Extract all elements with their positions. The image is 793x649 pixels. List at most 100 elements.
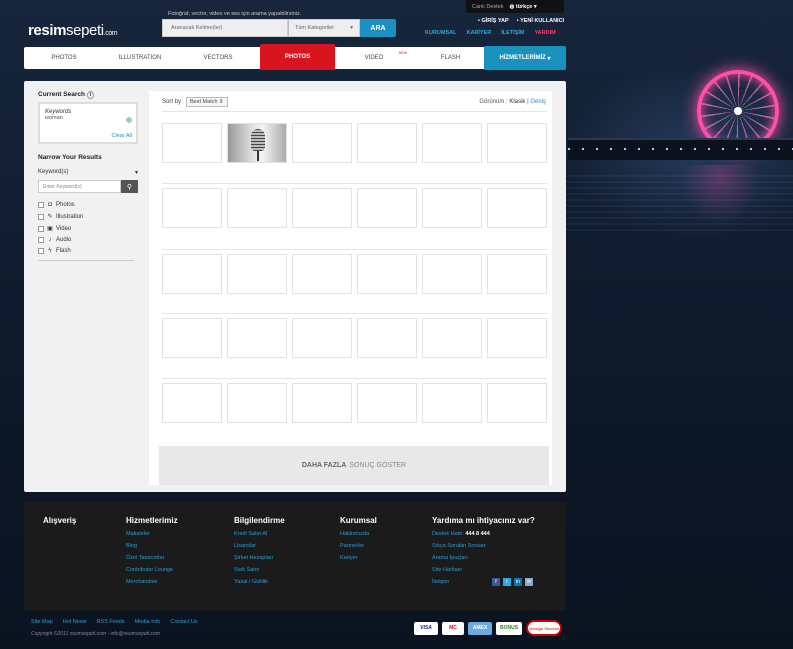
footer-link[interactable]: Arama İpuçları [432,555,535,561]
footer-link[interactable]: Blog [126,543,178,549]
result-thumbnail[interactable] [227,383,287,423]
hotline-label: Destek Hattı: [432,531,464,537]
footer-link[interactable]: Site Haritası [432,567,535,573]
checkbox[interactable] [38,213,44,220]
chevron-down-icon: ▾ [350,25,353,31]
result-thumbnail[interactable] [162,383,222,423]
checkbox[interactable] [38,248,44,254]
career-link[interactable]: KARİYER [466,30,491,36]
footer-link[interactable]: Kariyer [340,555,377,561]
keywords-section[interactable]: Keyword(s) ▾ [38,169,138,176]
footer-link[interactable]: Partnerler [340,543,377,549]
site-logo[interactable]: resimsepeti.com [28,22,118,39]
footer-link[interactable]: Contributor Lounge [126,567,178,573]
footer-link[interactable]: Şirket Hesapları [234,555,285,561]
result-thumbnail[interactable] [357,318,417,358]
new-user-link[interactable]: • YENİ KULLANICI [517,18,564,24]
search-input[interactable]: Aranacak Kelime(ler) [162,19,288,37]
footer-link[interactable]: Hakkımızda [340,531,377,537]
live-support-link[interactable]: Canlı Destek [472,4,504,10]
result-thumbnail[interactable] [292,383,352,423]
help-link[interactable]: YARDIM [534,30,555,36]
result-thumbnail[interactable] [292,254,352,294]
services-menu-button[interactable]: HİZMETLERİMİZ ▾ [484,46,566,70]
footer-link[interactable]: Yasal / Gizlilik [234,579,285,585]
filter-label: Photos [56,202,75,208]
footer-link[interactable]: Stok Satın [234,567,285,573]
category-select[interactable]: Tüm Kategoriler ▾ [288,19,360,37]
search-icon[interactable]: ⚲ [121,180,138,193]
result-thumbnail[interactable] [487,318,547,358]
contact-us-link[interactable]: Contact Us [170,619,197,625]
result-thumbnail[interactable] [162,318,222,358]
info-icon[interactable]: i [86,91,95,99]
checkbox[interactable] [38,237,44,243]
result-thumbnail[interactable] [357,123,417,163]
result-thumbnail[interactable] [487,383,547,423]
media-info-link[interactable]: Media Info [135,619,161,625]
footer-link[interactable]: Özel Tasarımlar [126,555,178,561]
nav-video[interactable]: VIDEO NEW [335,47,413,69]
filter-photos[interactable]: ◘ Photos [38,202,138,208]
clear-all-link[interactable]: Clear All [112,133,132,139]
nav-photos[interactable]: PHOTOS [24,47,104,69]
bottom-links: Site Map Hot News RSS Feeds Media Info C… [31,619,198,625]
result-thumbnail[interactable] [487,123,547,163]
footer-link[interactable]: Merchandise [126,579,178,585]
result-thumbnail[interactable] [487,188,547,228]
result-thumbnail[interactable] [162,188,222,228]
result-thumbnail[interactable] [422,123,482,163]
contact-link[interactable]: İLETİŞİM [501,30,524,36]
result-thumbnail[interactable] [162,254,222,294]
language-selector[interactable]: ◍ türkçe ▾ [510,4,537,10]
result-thumbnail[interactable] [227,188,287,228]
login-link[interactable]: • GİRİŞ YAP [478,18,509,24]
result-thumbnail[interactable] [487,254,547,294]
result-thumbnail[interactable] [227,254,287,294]
nav-vectors[interactable]: VECTORS [176,47,260,69]
result-thumbnail[interactable] [227,318,287,358]
rss-feeds-link[interactable]: RSS Feeds [97,619,125,625]
remove-keyword-icon[interactable] [126,117,132,123]
checkbox[interactable] [38,225,44,232]
site-map-link[interactable]: Site Map [31,619,53,625]
result-thumbnail[interactable] [357,383,417,423]
result-thumbnail[interactable] [422,254,482,294]
result-thumbnail[interactable] [292,188,352,228]
result-thumbnail[interactable] [422,383,482,423]
corporate-link[interactable]: KURUMSAL [425,30,456,36]
result-thumbnail[interactable] [422,188,482,228]
result-thumbnail[interactable] [292,123,352,163]
view-wide[interactable]: Geniş [530,99,546,105]
twitter-icon[interactable]: t [503,578,511,586]
filter-flash[interactable]: ϟ Flash [38,248,138,254]
search-button[interactable]: ARA [360,19,396,37]
top-links: KURUMSAL KARİYER İLETİŞİM YARDIM [425,30,556,36]
checkbox[interactable] [38,202,44,208]
result-thumbnail[interactable] [162,123,222,163]
nav-illustration[interactable]: ILLUSTRATION [104,47,176,69]
result-thumbnail[interactable] [292,318,352,358]
result-thumbnail[interactable] [357,254,417,294]
email-icon[interactable]: ✉ [525,578,533,586]
result-thumbnail-microphone[interactable] [227,123,287,163]
footer-link[interactable]: Sıkça Sorulan Sorular [432,543,535,549]
view-classic[interactable]: Klasik [509,99,525,105]
nav-flash[interactable]: FLASH [413,47,488,69]
result-thumbnail[interactable] [422,318,482,358]
show-more-button[interactable]: DAHA FAZLA SONUÇ GÖSTER [159,446,549,485]
hot-news-link[interactable]: Hot News [63,619,87,625]
footer-link[interactable]: Kredi Satın Al [234,531,285,537]
keyword-input[interactable]: Enter Keyword(s) [38,180,121,193]
footer-link[interactable]: Lisanslar [234,543,285,549]
linkedin-icon[interactable]: in [514,578,522,586]
filter-illustration[interactable]: ✎ Illustration [38,213,138,220]
new-user-label: YENİ KULLANICI [520,18,565,24]
filter-video[interactable]: ▣ Video [38,225,138,232]
footer-link[interactable]: Makaleler [126,531,178,537]
filter-audio[interactable]: ♪ Audio [38,237,138,243]
result-thumbnail[interactable] [357,188,417,228]
facebook-icon[interactable]: f [492,578,500,586]
sort-select[interactable]: Best Match ⇕ [186,97,228,107]
nav-photos-active[interactable]: PHOTOS [260,43,335,70]
